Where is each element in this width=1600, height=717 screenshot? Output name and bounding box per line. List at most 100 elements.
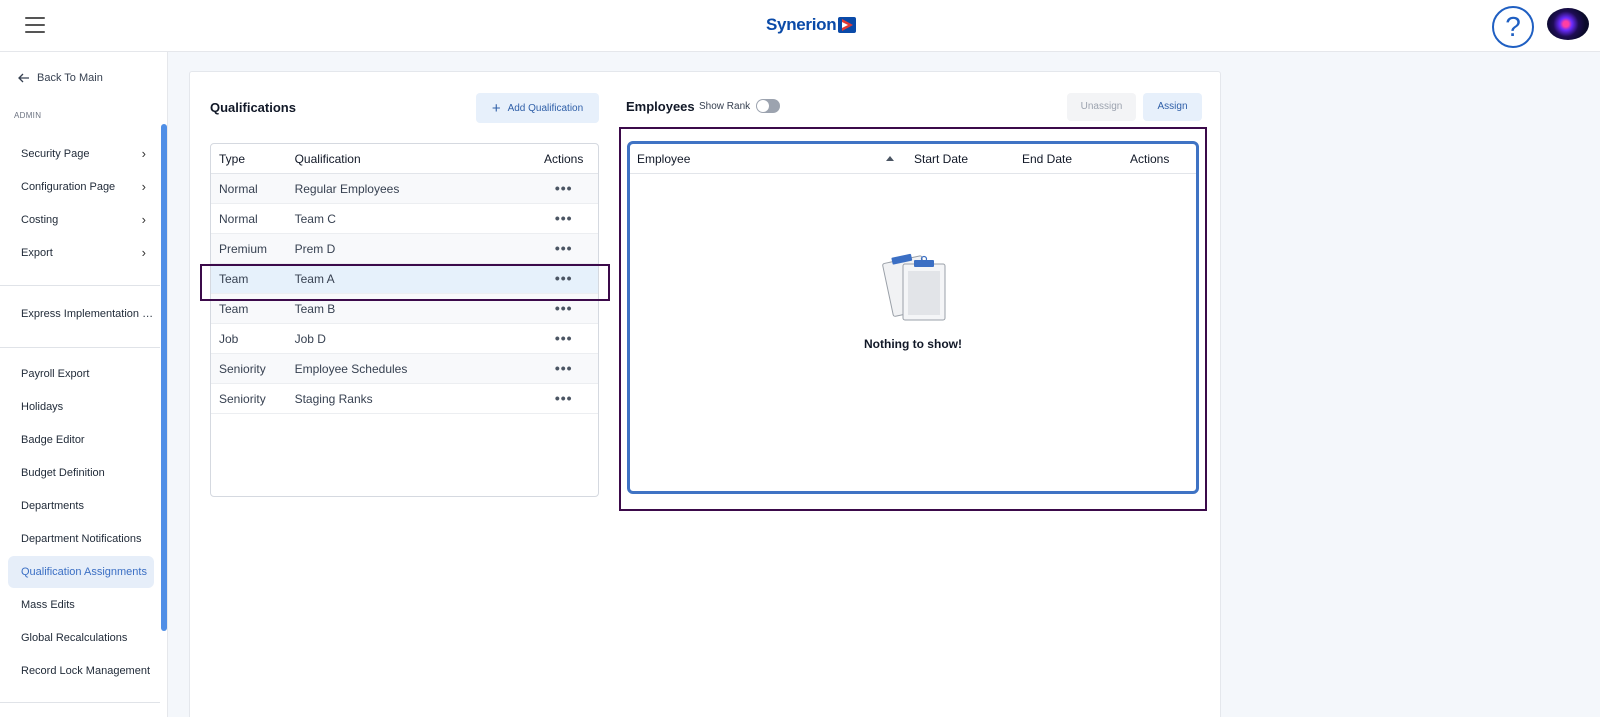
more-actions-icon[interactable]: ••• (555, 211, 573, 225)
sidebar-item-record-lock-management[interactable]: Record Lock Management (8, 655, 154, 687)
add-qualification-label: Add Qualification (507, 102, 584, 114)
cell-actions: ••• (529, 301, 598, 316)
sidebar-item-label: Express Implementation P... (21, 308, 154, 320)
sidebar-item-express-implementation[interactable]: Express Implementation P... (8, 298, 154, 330)
sidebar-item-costing[interactable]: Costing › (8, 204, 154, 236)
cell-qualification: Regular Employees (294, 181, 400, 196)
table-row[interactable]: Seniority Employee Schedules ••• (211, 354, 598, 384)
column-header-qualification[interactable]: Qualification (295, 152, 530, 166)
sidebar-item-department-notifications[interactable]: Department Notifications (8, 523, 154, 555)
table-row[interactable]: Seniority Staging Ranks ••• (211, 384, 598, 414)
table-row[interactable]: Premium Prem D ••• (211, 234, 598, 264)
cell-actions: ••• (529, 241, 598, 256)
cell-actions: ••• (529, 361, 598, 376)
add-qualification-button[interactable]: + Add Qualification (476, 93, 599, 123)
sidebar-item-mass-edits[interactable]: Mass Edits (8, 589, 154, 621)
sidebar-item-qualification-assignments[interactable]: Qualification Assignments (8, 556, 154, 588)
column-header-employee[interactable]: Employee (630, 152, 914, 166)
sidebar-item-label: Badge Editor (21, 434, 85, 446)
sidebar-item-label: Security Page (21, 148, 90, 160)
sidebar-item-label: Costing (21, 214, 59, 226)
sidebar: Back To Main ADMIN Security Page › Confi… (0, 52, 168, 717)
table-header: Type Qualification Actions (211, 144, 598, 174)
cell-type: Premium (219, 241, 268, 256)
more-actions-icon[interactable]: ••• (555, 301, 573, 315)
employees-title: Employees (626, 99, 695, 114)
table-row[interactable]: Normal Regular Employees ••• (211, 174, 598, 204)
more-actions-icon[interactable]: ••• (555, 331, 573, 345)
sidebar-item-global-recalculations[interactable]: Global Recalculations (8, 622, 154, 654)
column-header-start-date[interactable]: Start Date (914, 152, 1022, 166)
empty-clipboard-icon (882, 253, 946, 321)
sidebar-item-label: Export (21, 247, 53, 259)
menu-icon[interactable] (25, 17, 45, 33)
cell-qualification: Staging Ranks (294, 391, 373, 406)
assign-button[interactable]: Assign (1143, 93, 1202, 121)
sidebar-item-export[interactable]: Export › (8, 237, 154, 269)
sidebar-item-holidays[interactable]: Holidays (8, 391, 154, 423)
logo: Synerion (766, 13, 857, 37)
sidebar-item-label: Mass Edits (21, 599, 75, 611)
empty-state: Nothing to show! (630, 244, 1196, 351)
back-to-main-link[interactable]: Back To Main (18, 72, 103, 84)
sidebar-item-configuration-page[interactable]: Configuration Page › (8, 171, 154, 203)
sidebar-item-label: Global Recalculations (21, 632, 128, 644)
sidebar-divider (0, 702, 160, 703)
sidebar-item-label: Qualification Assignments (21, 566, 147, 578)
cell-type: Normal (219, 211, 258, 226)
sidebar-item-label: Record Lock Management (21, 665, 151, 677)
show-rank-label: Show Rank (699, 101, 751, 112)
unassign-button[interactable]: Unassign (1067, 93, 1136, 121)
sidebar-scrollbar[interactable] (161, 124, 167, 631)
qualifications-title: Qualifications (210, 100, 296, 115)
cell-actions: ••• (529, 211, 598, 226)
more-actions-icon[interactable]: ••• (555, 361, 573, 375)
sidebar-item-departments[interactable]: Departments (8, 490, 154, 522)
cell-qualification: Employee Schedules (294, 361, 408, 376)
section-label-admin: ADMIN (14, 111, 42, 120)
column-header-employee-label: Employee (637, 151, 691, 166)
cell-qualification: Prem D (294, 241, 336, 256)
chevron-right-icon: › (141, 146, 146, 161)
avatar[interactable] (1547, 8, 1589, 40)
logo-mark-icon (838, 17, 857, 33)
sidebar-divider (0, 347, 160, 348)
sidebar-item-payroll-export[interactable]: Payroll Export (8, 358, 154, 390)
cell-actions: ••• (529, 391, 598, 406)
sidebar-item-label: Departments (21, 500, 84, 512)
sidebar-item-label: Configuration Page (21, 181, 116, 193)
top-bar: Synerion ? (0, 0, 1600, 52)
cell-qualification: Team B (294, 301, 336, 316)
help-button[interactable]: ? (1492, 6, 1534, 48)
employees-table: Employee Start Date End Date Actions Not… (627, 141, 1199, 494)
sidebar-item-label: Payroll Export (21, 368, 90, 380)
column-header-actions: Actions (544, 151, 584, 166)
sidebar-item-label: Holidays (21, 401, 64, 413)
chevron-right-icon: › (141, 212, 146, 227)
selected-row-highlight (200, 264, 610, 301)
qualifications-table: Type Qualification Actions Normal Regular… (210, 143, 599, 497)
cell-type: Seniority (219, 391, 266, 406)
cell-qualification: Job D (294, 331, 326, 346)
table-header: Employee Start Date End Date Actions (630, 144, 1196, 174)
cell-qualification: Team C (294, 211, 336, 226)
column-header-actions: Actions (1130, 151, 1170, 166)
chevron-right-icon: › (141, 179, 146, 194)
more-actions-icon[interactable]: ••• (555, 391, 573, 405)
cell-actions: ••• (529, 331, 598, 346)
more-actions-icon[interactable]: ••• (555, 181, 573, 195)
sidebar-item-budget-definition[interactable]: Budget Definition (8, 457, 154, 489)
more-actions-icon[interactable]: ••• (555, 241, 573, 255)
logo-text: Synerion (766, 15, 837, 34)
column-header-type[interactable]: Type (211, 152, 295, 166)
sidebar-item-security-page[interactable]: Security Page › (8, 138, 154, 170)
show-rank-toggle[interactable] (756, 99, 780, 113)
table-row[interactable]: Normal Team C ••• (211, 204, 598, 234)
sort-ascending-icon[interactable] (886, 155, 894, 161)
column-header-end-date[interactable]: End Date (1022, 152, 1130, 166)
plus-icon: + (491, 99, 501, 117)
sidebar-item-badge-editor[interactable]: Badge Editor (8, 424, 154, 456)
sidebar-item-label: Budget Definition (21, 467, 105, 479)
table-row[interactable]: Job Job D ••• (211, 324, 598, 354)
cell-actions: ••• (529, 181, 598, 196)
